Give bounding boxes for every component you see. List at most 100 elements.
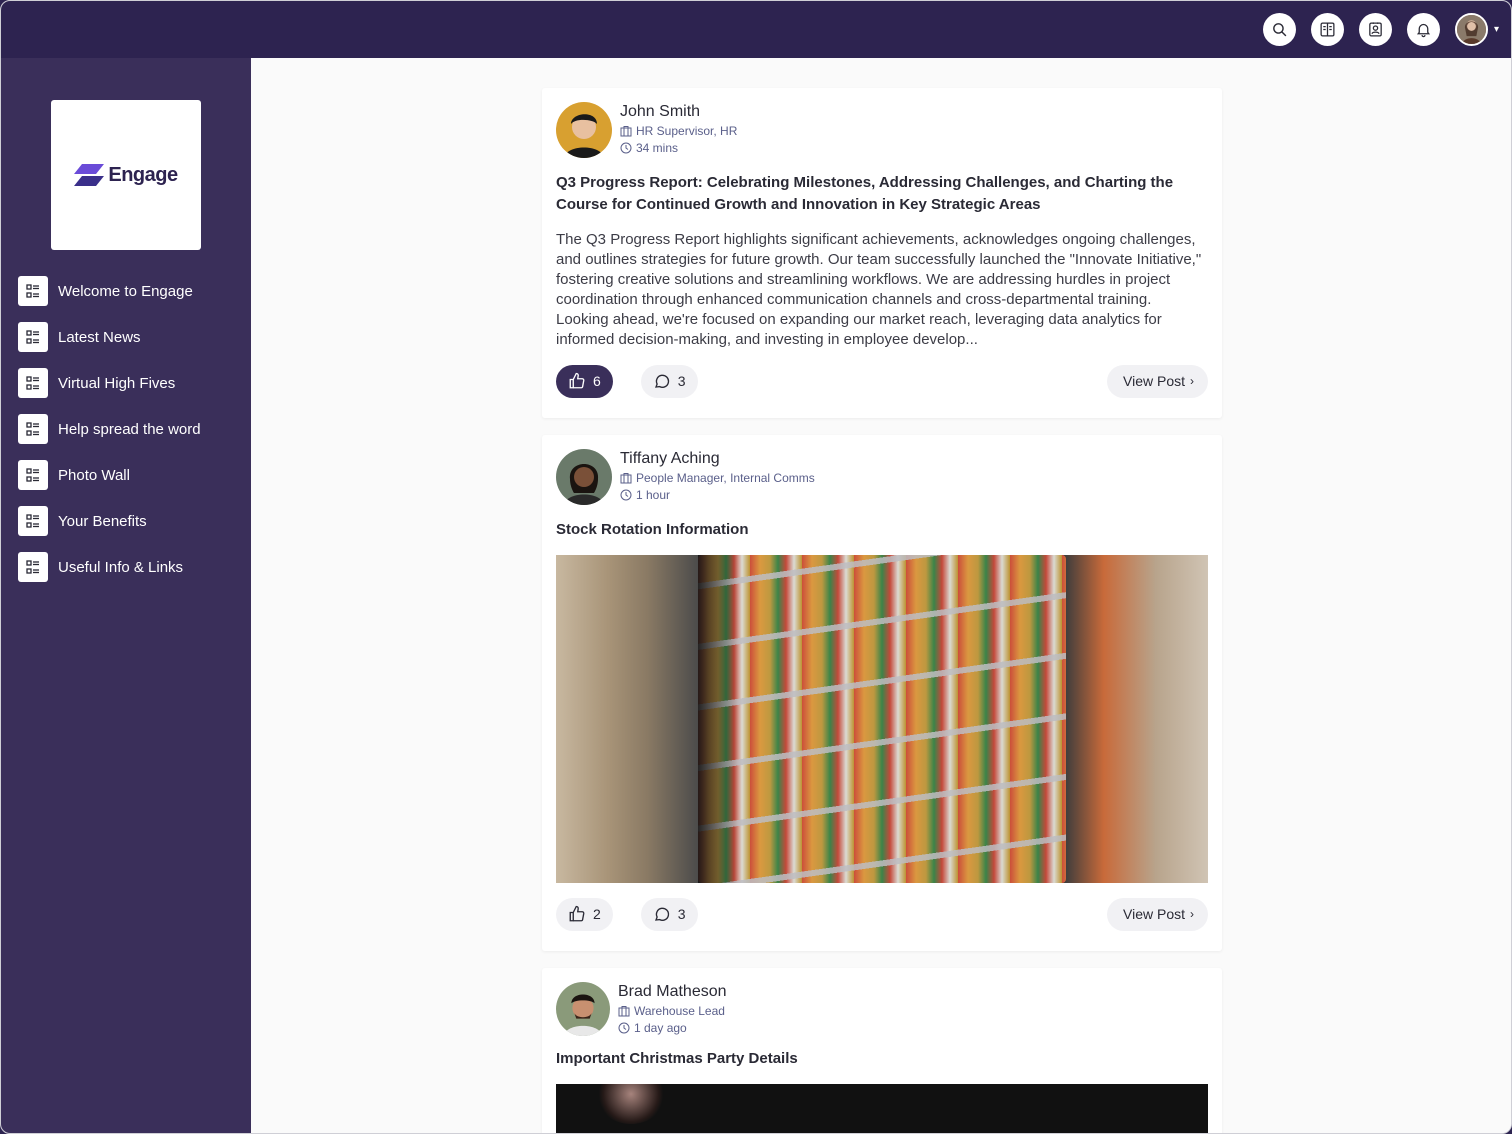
like-button[interactable]: 2 [556, 897, 613, 931]
post-image[interactable] [556, 555, 1208, 883]
sidebar-item-label: Virtual High Fives [58, 374, 176, 392]
post-title[interactable]: Stock Rotation Information [556, 519, 1208, 541]
sidebar-item-virtual-high-fives[interactable]: Virtual High Fives [18, 368, 201, 398]
shelf-photo [698, 555, 1066, 883]
sidebar: Engage Welcome to Engage Latest News Vir… [1, 58, 251, 1133]
view-post-button[interactable]: View Post › [1107, 897, 1208, 931]
list-icon [18, 460, 48, 490]
like-button[interactable]: 6 [556, 364, 613, 398]
author-name[interactable]: Tiffany Aching [620, 450, 815, 468]
post-time: 34 mins [620, 141, 737, 155]
sidebar-item-welcome-to-engage[interactable]: Welcome to Engage [18, 276, 201, 306]
sidebar-item-label: Help spread the word [58, 420, 201, 438]
post-title[interactable]: Q3 Progress Report: Celebrating Mileston… [556, 172, 1208, 216]
like-count: 6 [593, 373, 601, 389]
post-actions: 6 3 View Post › [556, 350, 1208, 412]
post-card: Tiffany Aching People Manager, Internal … [542, 435, 1222, 951]
author-role: Warehouse Lead [618, 1004, 727, 1018]
app-window: ▾ Engage Welcome to Engage Latest News V… [0, 0, 1512, 1134]
shelf-shadow [698, 555, 738, 883]
directory-button[interactable] [1310, 13, 1344, 46]
comment-button[interactable]: 3 [640, 364, 698, 398]
sidebar-item-latest-news[interactable]: Latest News [18, 322, 201, 352]
list-icon [18, 506, 48, 536]
author-role-text: People Manager, Internal Comms [636, 471, 815, 485]
avatar-image [556, 449, 612, 505]
top-bar: ▾ [1, 1, 1511, 58]
book-icon [1320, 22, 1335, 37]
logo-text: Engage [108, 163, 178, 186]
avatar-image [556, 102, 612, 158]
thumbs-up-icon [569, 372, 585, 389]
post-time: 1 hour [620, 488, 815, 502]
briefcase-icon [618, 1006, 630, 1017]
view-post-label: View Post [1123, 373, 1185, 389]
view-post-label: View Post [1123, 906, 1185, 922]
party-light [596, 1084, 666, 1124]
search-icon [1273, 23, 1287, 37]
author-name[interactable]: Brad Matheson [618, 983, 727, 1001]
post-body: The Q3 Progress Report highlights signif… [556, 231, 1202, 348]
user-avatar[interactable] [1454, 13, 1488, 46]
contact-card-icon [1369, 22, 1382, 37]
post-card: John Smith HR Supervisor, HR 34 mins Q3 … [542, 88, 1222, 418]
comment-icon [654, 374, 669, 388]
post-card: Brad Matheson Warehouse Lead 1 day ago I… [542, 968, 1222, 1133]
chevron-right-icon: › [1190, 374, 1194, 388]
logo-box[interactable]: Engage [51, 100, 201, 250]
briefcase-icon [620, 126, 632, 137]
list-icon [18, 552, 48, 582]
author-name[interactable]: John Smith [620, 103, 737, 121]
sidebar-item-label: Your Benefits [58, 512, 147, 530]
user-menu-caret[interactable]: ▾ [1494, 24, 1499, 35]
engage-logo-mark [74, 164, 105, 186]
sidebar-item-useful-info-links[interactable]: Useful Info & Links [18, 552, 201, 582]
avatar-image [556, 982, 610, 1036]
contacts-button[interactable] [1358, 13, 1392, 46]
author-role-text: Warehouse Lead [634, 1004, 725, 1018]
clock-icon [618, 1022, 630, 1034]
clock-icon [620, 489, 632, 501]
list-icon [18, 276, 48, 306]
comment-count: 3 [677, 906, 686, 922]
sidebar-nav: Welcome to Engage Latest News Virtual Hi… [18, 276, 201, 598]
post-image[interactable] [556, 1084, 1208, 1133]
post-time-text: 1 hour [636, 488, 671, 502]
like-count: 2 [593, 906, 601, 922]
sidebar-item-label: Photo Wall [58, 466, 130, 484]
post-author: Brad Matheson Warehouse Lead 1 day ago [556, 982, 1208, 1036]
avatar[interactable] [556, 982, 610, 1036]
comment-icon [654, 907, 669, 921]
top-bar-actions: ▾ [1248, 13, 1499, 46]
notifications-button[interactable] [1406, 13, 1440, 46]
avatar-image [1456, 15, 1486, 44]
view-post-button[interactable]: View Post › [1107, 364, 1208, 398]
bell-icon [1416, 23, 1431, 38]
comment-count: 3 [677, 373, 686, 389]
list-icon [18, 368, 48, 398]
clock-icon [620, 142, 632, 154]
thumbs-up-icon [569, 905, 585, 922]
post-time-text: 1 day ago [634, 1021, 687, 1035]
search-button[interactable] [1262, 13, 1296, 46]
sidebar-item-your-benefits[interactable]: Your Benefits [18, 506, 201, 536]
sidebar-item-help-spread-the-word[interactable]: Help spread the word [18, 414, 201, 444]
avatar[interactable] [556, 102, 612, 158]
post-actions: 2 3 View Post › [556, 883, 1208, 945]
author-info: Tiffany Aching People Manager, Internal … [620, 449, 815, 502]
post-title[interactable]: Important Christmas Party Details [556, 1048, 1208, 1070]
chevron-right-icon: › [1190, 907, 1194, 921]
post-time-text: 34 mins [636, 141, 679, 155]
feed: John Smith HR Supervisor, HR 34 mins Q3 … [251, 58, 1511, 1133]
sidebar-item-label: Latest News [58, 328, 141, 346]
comment-button[interactable]: 3 [640, 897, 698, 931]
post-author: Tiffany Aching People Manager, Internal … [556, 449, 1208, 505]
author-info: John Smith HR Supervisor, HR 34 mins [620, 102, 737, 155]
post-author: John Smith HR Supervisor, HR 34 mins [556, 102, 1208, 158]
author-role: People Manager, Internal Comms [620, 471, 815, 485]
list-icon [18, 322, 48, 352]
avatar[interactable] [556, 449, 612, 505]
list-icon [18, 414, 48, 444]
briefcase-icon [620, 473, 632, 484]
sidebar-item-photo-wall[interactable]: Photo Wall [18, 460, 201, 490]
